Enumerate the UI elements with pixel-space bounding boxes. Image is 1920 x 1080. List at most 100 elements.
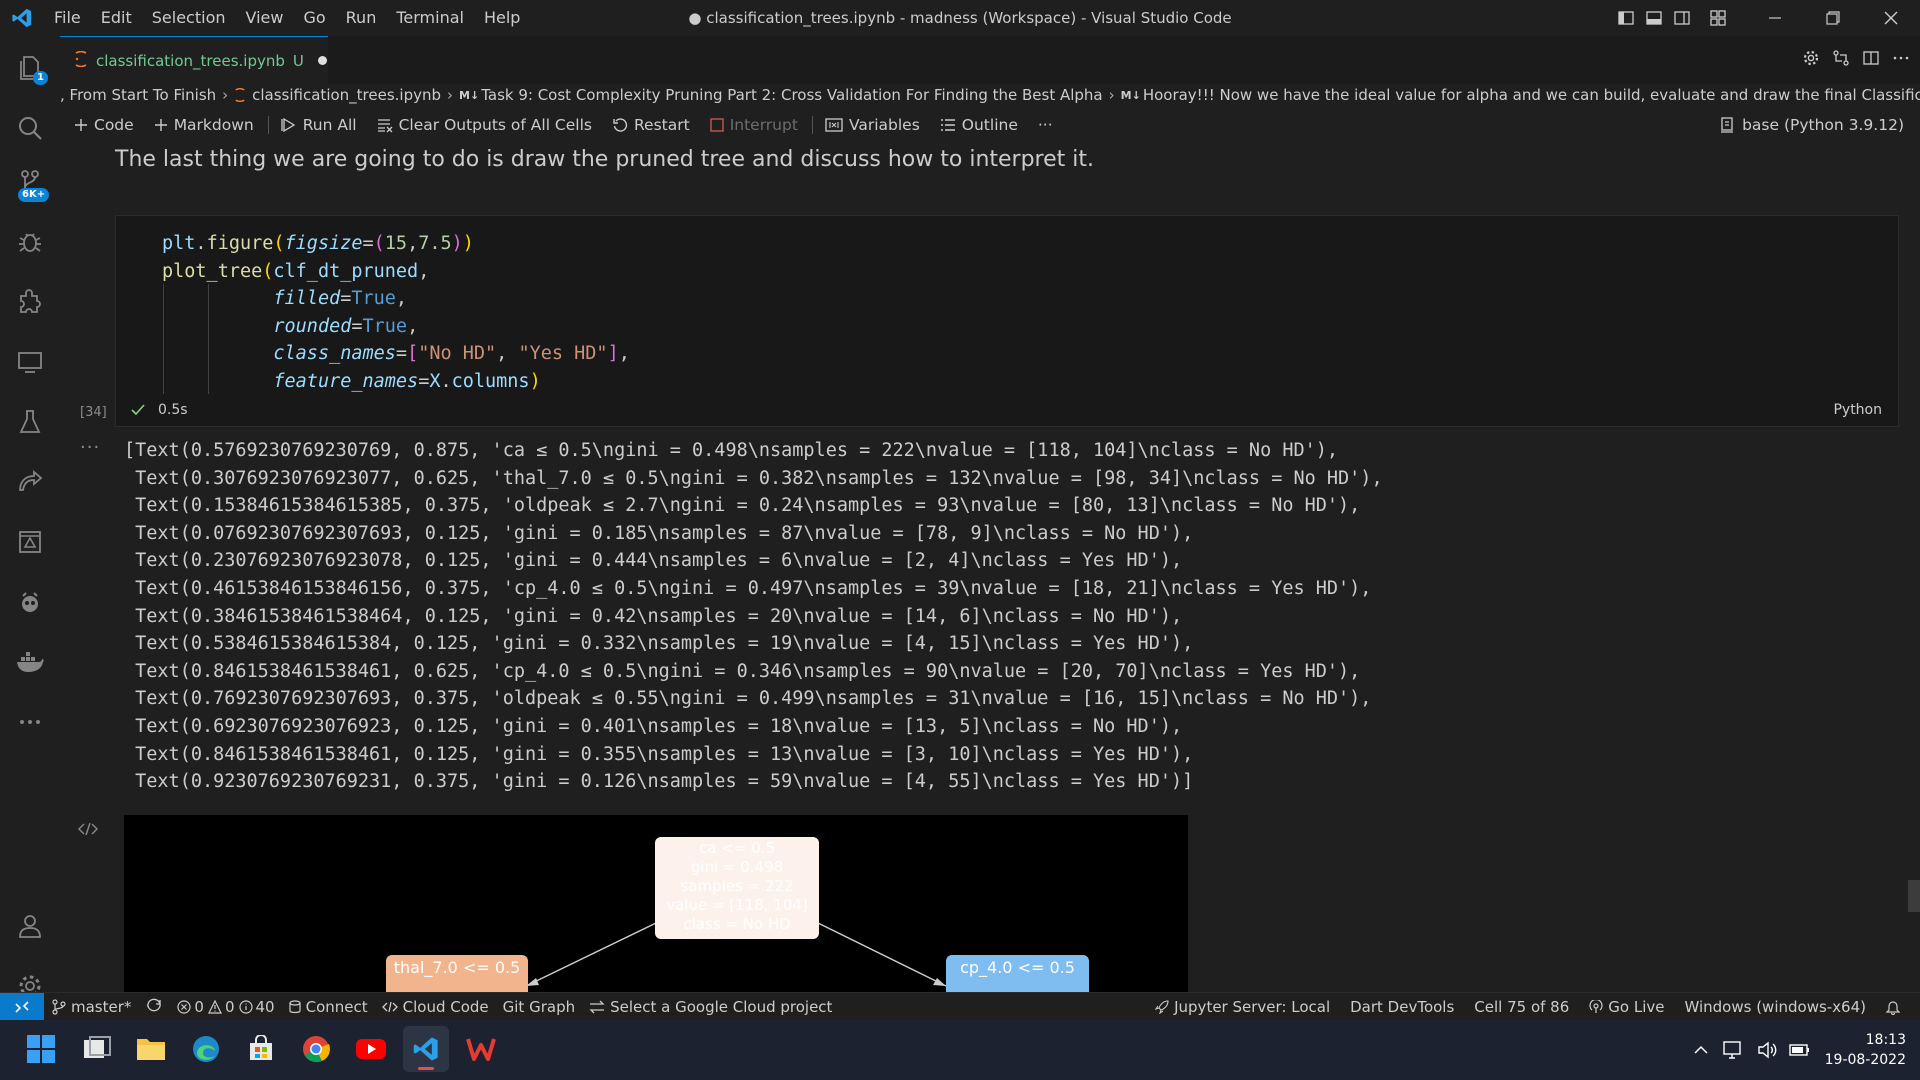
output-code-icon[interactable] [78, 821, 98, 841]
clear-outputs-button[interactable]: Clear Outputs of All Cells [377, 116, 592, 134]
platform-indicator[interactable]: Windows (windows-x64) [1684, 998, 1866, 1016]
minimize-button[interactable] [1746, 0, 1804, 36]
menu-view[interactable]: View [236, 0, 294, 36]
remote-explorer-icon[interactable] [0, 338, 60, 386]
error-icon [177, 999, 192, 1014]
run-debug-icon[interactable] [0, 218, 60, 266]
restart-icon [612, 117, 628, 133]
split-editor-icon[interactable] [1862, 49, 1880, 71]
tab-classification-trees[interactable]: classification_trees.ipynb U [60, 36, 328, 84]
breadcrumb-file[interactable]: classification_trees.ipynb [252, 86, 441, 104]
menu-selection[interactable]: Selection [142, 0, 236, 36]
file-explorer-icon[interactable] [128, 1026, 174, 1072]
connect-button[interactable]: Connect [288, 998, 368, 1016]
dart-devtools-button[interactable]: Dart DevTools [1350, 998, 1454, 1016]
windows-start-icon[interactable] [18, 1026, 64, 1072]
open-changes-icon[interactable] [1832, 49, 1850, 71]
breadcrumb: , From Start To Finish › classification_… [60, 84, 1920, 106]
notebook-editor: The last thing we are going to do is dra… [60, 141, 1920, 992]
windows-taskbar: 18:13 19-08-2022 [0, 1020, 1920, 1080]
microsoft-store-icon[interactable] [238, 1026, 284, 1072]
editor-scrollbar[interactable] [1908, 880, 1920, 912]
source-control-icon[interactable]: 6K+ [0, 158, 60, 206]
close-button[interactable] [1862, 0, 1920, 36]
go-live-button[interactable]: Go Live [1589, 998, 1664, 1016]
toggle-primary-sidebar-icon[interactable] [1612, 0, 1640, 36]
gcp-project-button[interactable]: Select a Google Cloud project [589, 998, 832, 1016]
clock-date: 19-08-2022 [1824, 1052, 1906, 1068]
menu-help[interactable]: Help [474, 0, 530, 36]
chrome-browser-icon[interactable] [293, 1026, 339, 1072]
restore-button[interactable] [1804, 0, 1862, 36]
outline-button[interactable]: Outline [940, 116, 1018, 134]
jupyter-server-status[interactable]: Jupyter Server: Local [1155, 998, 1330, 1016]
battery-icon[interactable] [1788, 1042, 1811, 1058]
more-views-icon[interactable] [0, 698, 60, 746]
remote-indicator[interactable] [0, 992, 44, 1021]
breadcrumb-section[interactable]: Task 9: Cost Complexity Pruning Part 2: … [481, 86, 1102, 104]
menu-file[interactable]: File [44, 0, 91, 36]
problems-indicator[interactable]: 0 0 40 [177, 998, 275, 1016]
wps-office-icon[interactable] [458, 1026, 504, 1072]
chevron-right-icon: › [1108, 86, 1115, 104]
menu-run[interactable]: Run [336, 0, 387, 36]
customize-layout-icon[interactable] [1704, 0, 1732, 36]
breadcrumb-subsection[interactable]: Hooray!!! Now we have the ideal value fo… [1143, 86, 1920, 104]
activity-bar: 1 6K+ [0, 36, 60, 997]
unsaved-dot-icon[interactable] [317, 56, 327, 65]
cloud-code-button[interactable]: Cloud Code [381, 998, 489, 1016]
interrupt-button[interactable]: Interrupt [710, 116, 798, 134]
breadcrumb-folder[interactable]: , From Start To Finish [60, 86, 216, 104]
sync-button[interactable] [145, 998, 163, 1016]
volume-icon[interactable] [1757, 1041, 1777, 1059]
task-view-icon[interactable] [74, 1026, 120, 1072]
notifications-bell-icon[interactable] [1886, 999, 1900, 1015]
testing-icon[interactable] [0, 398, 60, 446]
add-markdown-cell-button[interactable]: Markdown [154, 116, 254, 134]
notebook-settings-gear-icon[interactable] [1802, 49, 1820, 71]
cell-output-text: [Text(0.5769230769230769, 0.875, 'ca ≤ 0… [124, 437, 1383, 796]
toggle-panel-icon[interactable] [1640, 0, 1668, 36]
markdown-cell-text[interactable]: The last thing we are going to do is dra… [115, 147, 1094, 172]
code-cell[interactable]: plt.figure(figsize=(15,7.5)) plot_tree(c… [115, 215, 1899, 427]
cell-indicator[interactable]: Cell 75 of 86 [1474, 998, 1569, 1016]
network-icon[interactable] [1722, 1041, 1745, 1059]
chevron-up-icon[interactable] [1693, 1045, 1709, 1055]
variables-button[interactable]: Variables [825, 116, 920, 134]
run-all-button[interactable]: Run All [281, 116, 357, 134]
output-line: Text(0.07692307692307693, 0.125, 'gini =… [124, 522, 1194, 544]
menu-go[interactable]: Go [293, 0, 335, 36]
github-copilot-icon[interactable] [0, 578, 60, 626]
jupyter-icon[interactable] [0, 518, 60, 566]
extensions-icon[interactable] [0, 278, 60, 326]
list-icon [940, 118, 956, 132]
vscode-logo-icon [0, 0, 44, 36]
tree-left-node: thal_7.0 <= 0.5 [386, 955, 528, 992]
git-branch[interactable]: master* [52, 998, 131, 1016]
live-share-icon[interactable] [0, 458, 60, 506]
kernel-picker[interactable]: base (Python 3.9.12) [1720, 109, 1904, 141]
add-code-cell-button[interactable]: Code [74, 116, 134, 134]
toggle-secondary-sidebar-icon[interactable] [1668, 0, 1696, 36]
code-editor[interactable]: plt.figure(figsize=(15,7.5)) plot_tree(c… [162, 230, 630, 395]
more-actions-icon[interactable] [1892, 49, 1910, 71]
search-icon[interactable] [0, 104, 60, 152]
chevron-right-icon: › [447, 86, 454, 104]
git-graph-button[interactable]: Git Graph [503, 998, 575, 1016]
output-more-button[interactable]: ··· [80, 437, 100, 458]
toolbar-divider [267, 116, 269, 134]
menu-terminal[interactable]: Terminal [386, 0, 474, 36]
vscode-taskbar-icon[interactable] [403, 1026, 449, 1072]
explorer-icon[interactable]: 1 [0, 44, 60, 92]
docker-icon[interactable] [0, 638, 60, 686]
taskbar-clock[interactable]: 18:13 19-08-2022 [1825, 1030, 1906, 1070]
toolbar-more-button[interactable]: ··· [1038, 116, 1053, 134]
edge-browser-icon[interactable] [183, 1026, 229, 1072]
warning-icon [207, 999, 222, 1014]
accounts-icon[interactable] [0, 902, 60, 950]
restart-button[interactable]: Restart [612, 116, 690, 134]
clock-time: 18:13 [1865, 1032, 1906, 1048]
menu-edit[interactable]: Edit [91, 0, 142, 36]
youtube-icon[interactable] [348, 1026, 394, 1072]
cell-language[interactable]: Python [1833, 402, 1882, 418]
